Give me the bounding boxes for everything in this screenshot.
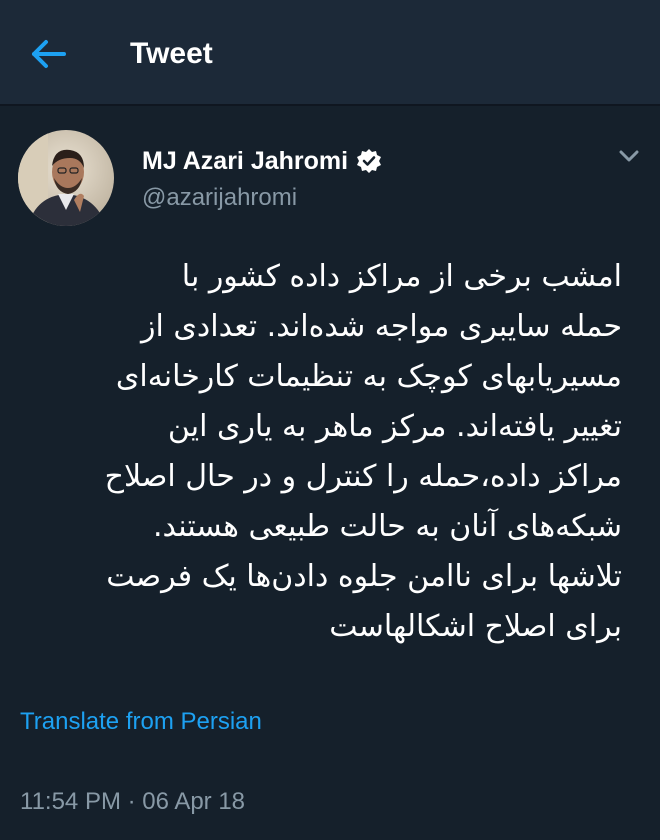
back-button[interactable] [26, 34, 72, 74]
page-title: Tweet [130, 37, 213, 70]
tweet-text: امشب برخی از مراکز داده کشور با حمله سای… [104, 259, 622, 644]
arrow-left-icon [32, 40, 66, 68]
tweet-menu-button[interactable] [614, 144, 644, 168]
translate-link[interactable]: Translate from Persian [20, 708, 262, 736]
chevron-down-icon [619, 150, 639, 162]
author-handle[interactable]: @azarijahromi [142, 184, 297, 212]
verified-badge-icon [357, 149, 382, 173]
author-name[interactable]: MJ Azari Jahromi [142, 147, 348, 176]
avatar[interactable] [18, 130, 114, 226]
author-row: MJ Azari Jahromi [142, 144, 382, 178]
top-bar: Tweet [0, 0, 660, 106]
profile-photo [18, 130, 114, 226]
tweet-timestamp: 11:54 PM · 06 Apr 18 [20, 788, 246, 815]
